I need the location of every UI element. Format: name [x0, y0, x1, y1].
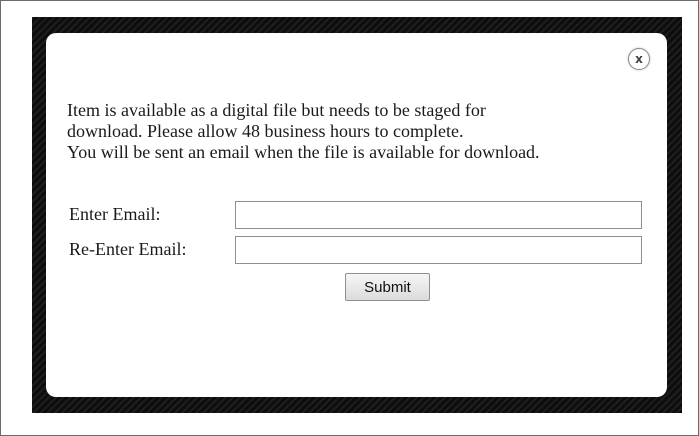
message-line: You will be sent an email when the file …: [67, 142, 540, 162]
reemail-label: Re-Enter Email:: [69, 239, 187, 259]
dialog-message: Item is available as a digital file but …: [67, 100, 657, 163]
email-label: Enter Email:: [69, 204, 161, 224]
close-icon: x: [635, 52, 643, 66]
message-line: download. Please allow 48 business hours…: [67, 121, 464, 141]
reemail-field[interactable]: [235, 236, 642, 264]
email-field[interactable]: [235, 201, 642, 229]
staging-dialog: x Item is available as a digital file bu…: [46, 33, 667, 397]
submit-button[interactable]: Submit: [345, 273, 430, 301]
close-button[interactable]: x: [628, 48, 650, 70]
message-line: Item is available as a digital file but …: [67, 100, 486, 120]
